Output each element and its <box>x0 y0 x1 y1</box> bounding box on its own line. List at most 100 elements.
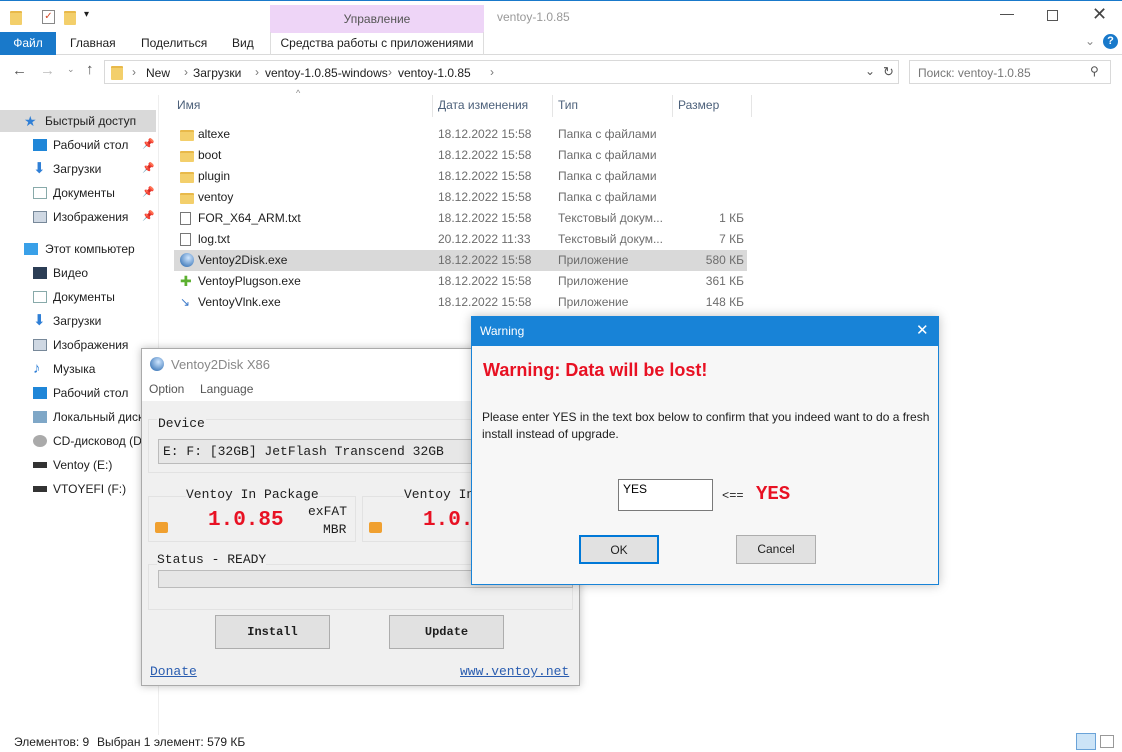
desktop-icon <box>33 139 47 151</box>
folder-icon <box>180 172 194 183</box>
address-dropdown-icon[interactable]: ⌄ <box>865 64 875 78</box>
file-row[interactable]: FOR_X64_ARM.txt 18.12.2022 15:58 Текстовый… <box>174 208 747 229</box>
sidebar-item[interactable]: Этот компьютер <box>0 238 156 260</box>
recent-dropdown[interactable]: ⌄ <box>67 64 75 75</box>
file-type: Приложение <box>558 295 629 309</box>
sidebar-item[interactable]: Ventoy (E:) <box>0 454 156 476</box>
refresh-button[interactable]: ↻ <box>883 64 894 80</box>
file-row[interactable]: log.txt 20.12.2022 11:33 Текстовый докум..… <box>174 229 747 250</box>
file-row[interactable]: ✚ VentoyPlugson.exe 18.12.2022 15:58 Прилож… <box>174 271 747 292</box>
column-size[interactable]: Размер <box>678 98 719 112</box>
file-row[interactable]: plugin 18.12.2022 15:58 Папка с файлами <box>174 166 747 187</box>
back-button[interactable]: ← <box>12 62 27 79</box>
sidebar-item[interactable]: Видео <box>0 262 156 284</box>
minimize-button[interactable]: — <box>1000 5 1014 21</box>
file-row[interactable]: boot 18.12.2022 15:58 Папка с файлами <box>174 145 747 166</box>
download-icon: ⬇ <box>33 312 46 329</box>
sidebar-item[interactable]: Рабочий стол <box>0 382 156 404</box>
breadcrumb-item[interactable]: New <box>146 66 170 80</box>
file-name: ventoy <box>198 190 234 204</box>
file-name: boot <box>198 148 222 162</box>
warning-heading: Warning: Data will be lost! <box>483 360 708 380</box>
pin-icon[interactable]: 📌 <box>142 158 154 180</box>
pin-icon[interactable]: 📌 <box>142 182 154 204</box>
document-icon <box>33 291 47 303</box>
file-type: Текстовый докум... <box>558 211 663 225</box>
star-icon: ★ <box>24 113 37 129</box>
sidebar-item[interactable]: Документы <box>0 286 156 308</box>
file-row[interactable]: ↘ VentoyVlnk.exe 18.12.2022 15:58 Приложени… <box>174 292 747 313</box>
title-bar: ✓ ▾ Управление ventoy-1.0.85 — ✕ <box>0 0 1122 33</box>
sidebar-item[interactable]: Изображения <box>0 334 156 356</box>
sidebar-item[interactable]: ⬇ Загрузки <box>0 310 156 332</box>
ok-button[interactable]: OK <box>579 535 659 564</box>
tab-share[interactable]: Поделиться <box>141 36 207 50</box>
sidebar-item[interactable]: ♪ Музыка <box>0 358 156 380</box>
computer-icon <box>24 243 38 255</box>
tab-home[interactable]: Главная <box>70 36 116 50</box>
drive-icon <box>33 411 47 423</box>
file-size: 580 КБ <box>705 253 744 267</box>
file-name: plugin <box>198 169 231 183</box>
sidebar-item[interactable]: Изображения 📌 <box>0 206 156 228</box>
qat-dropdown-icon[interactable]: ▾ <box>84 9 89 20</box>
address-input[interactable]: › New › Загрузки › ventoy-1.0.85-windows… <box>104 60 899 84</box>
tab-file[interactable]: Файл <box>0 32 56 55</box>
column-date[interactable]: Дата изменения <box>438 98 528 112</box>
new-folder-icon[interactable] <box>64 11 76 25</box>
breadcrumb-item[interactable]: ventoy-1.0.85 <box>398 66 471 80</box>
cancel-button[interactable]: Cancel <box>736 535 816 564</box>
website-link[interactable]: www.ventoy.net <box>460 664 569 679</box>
search-input[interactable]: Поиск: ventoy-1.0.85 ⚲ <box>909 60 1111 84</box>
update-button[interactable]: Update <box>389 615 504 649</box>
properties-icon[interactable]: ✓ <box>42 10 55 24</box>
pin-icon[interactable]: 📌 <box>142 206 154 228</box>
file-size: 148 КБ <box>705 295 744 309</box>
file-type: Папка с файлами <box>558 148 657 162</box>
confirm-input[interactable] <box>618 479 713 511</box>
sidebar-item[interactable]: Рабочий стол 📌 <box>0 134 156 156</box>
maximize-button[interactable] <box>1047 10 1058 21</box>
hint-yes: YES <box>756 483 791 505</box>
sidebar-item[interactable]: Локальный диск <box>0 406 156 428</box>
help-icon[interactable]: ? <box>1103 34 1118 49</box>
column-type[interactable]: Тип <box>558 98 578 112</box>
sidebar-item-label: Загрузки <box>53 162 102 176</box>
sidebar-item-label: Рабочий стол <box>53 138 129 152</box>
warning-message: Please enter YES in the text box below t… <box>482 410 930 441</box>
sidebar-item-label: Быстрый доступ <box>45 114 137 128</box>
folder-icon <box>180 130 194 141</box>
sidebar-item-label: Документы <box>53 186 115 200</box>
close-button[interactable]: ✕ <box>1092 4 1107 25</box>
sidebar-item-label: Музыка <box>53 362 96 376</box>
sidebar-item[interactable]: VTOYEFI (F:) <box>0 478 156 500</box>
sidebar-item[interactable]: Документы 📌 <box>0 182 156 204</box>
install-button[interactable]: Install <box>215 615 330 649</box>
column-name[interactable]: Имя <box>177 98 200 112</box>
document-icon <box>33 187 47 199</box>
breadcrumb-item[interactable]: Загрузки <box>193 66 241 80</box>
pin-icon[interactable]: 📌 <box>142 134 154 156</box>
up-button[interactable]: ↑ <box>86 61 94 78</box>
folder-icon <box>111 66 123 80</box>
file-row[interactable]: altexe 18.12.2022 15:58 Папка с файлами <box>174 124 747 145</box>
dialog-close-button[interactable]: ✕ <box>916 321 929 339</box>
sidebar-item-label: VTOYEFI (F:) <box>53 482 127 496</box>
tab-app-tools[interactable]: Средства работы с приложениями <box>270 32 484 55</box>
expand-ribbon-icon[interactable]: ⌄ <box>1085 34 1095 48</box>
breadcrumb-item[interactable]: ventoy-1.0.85-windows <box>265 66 388 80</box>
sidebar-item[interactable]: ★ Быстрый доступ <box>0 110 156 132</box>
menu-option[interactable]: Option <box>149 382 184 396</box>
details-view-button[interactable] <box>1076 733 1096 750</box>
forward-button[interactable]: → <box>40 62 55 79</box>
donate-link[interactable]: Donate <box>150 664 197 679</box>
tiles-view-button[interactable] <box>1100 735 1114 748</box>
tab-view[interactable]: Вид <box>232 36 254 50</box>
hint-arrow: <== <box>722 489 744 503</box>
menu-language[interactable]: Language <box>200 382 253 396</box>
file-row[interactable]: Ventoy2Disk.exe 18.12.2022 15:58 Приложени… <box>174 250 747 271</box>
image-icon <box>33 211 47 223</box>
file-row[interactable]: ventoy 18.12.2022 15:58 Папка с файлами <box>174 187 747 208</box>
sidebar-item[interactable]: ⬇ Загрузки 📌 <box>0 158 156 180</box>
sidebar-item[interactable]: CD-дисковод (D <box>0 430 156 452</box>
